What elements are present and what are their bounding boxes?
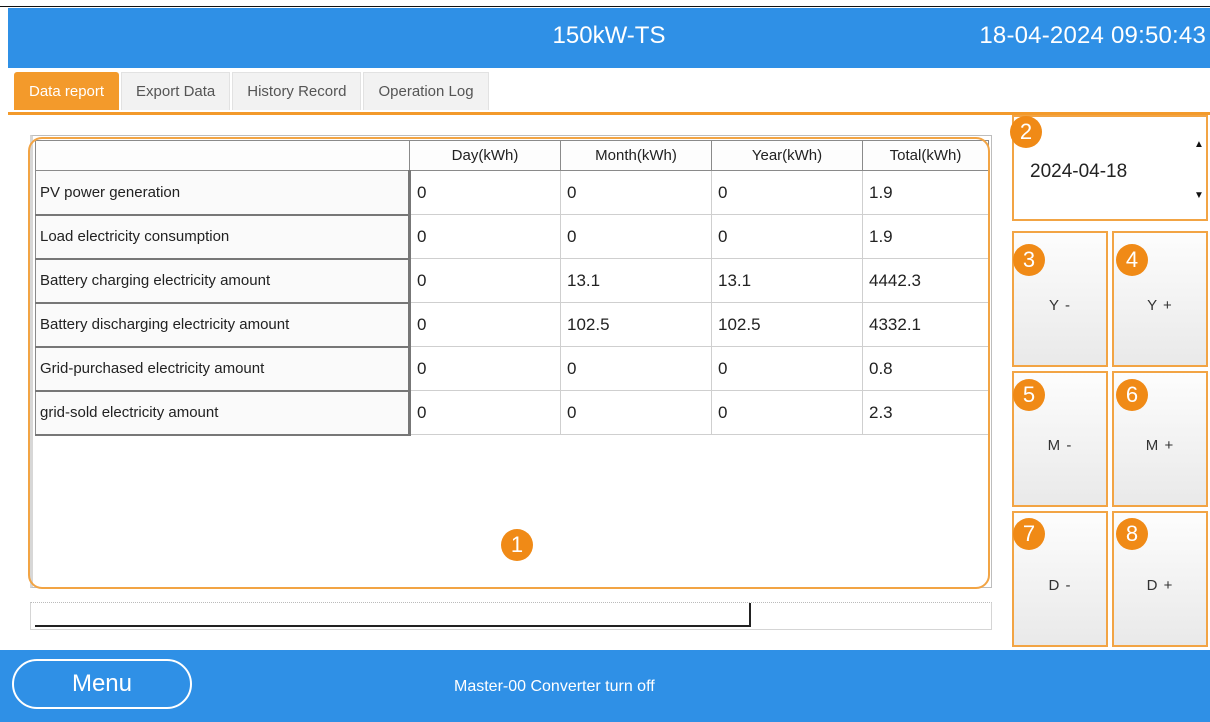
date-controls-sidebar: 2024-04-18 ▲ ▼ Y - Y + M - M + D - D + (1012, 115, 1210, 650)
annotation-badge-4: 4 (1116, 244, 1148, 276)
day-minus-label: D - (1048, 576, 1072, 594)
year-minus-label: Y - (1049, 296, 1071, 314)
header-bar: 150kW-TS 18-04-2024 09:50:43 (8, 8, 1210, 68)
month-minus-label: M - (1047, 436, 1073, 454)
month-plus-label: M + (1145, 436, 1175, 454)
horizontal-scrollbar[interactable] (30, 602, 992, 630)
tab-history-record[interactable]: History Record (232, 72, 362, 110)
top-border (0, 0, 1210, 7)
datetime-clock: 18-04-2024 09:50:43 (979, 22, 1206, 49)
tab-bar: Data report Export Data History Record O… (8, 68, 1210, 114)
scrollbar-track[interactable] (35, 603, 751, 627)
status-message: Master-00 Converter turn off (454, 678, 655, 695)
day-plus-label: D + (1146, 576, 1174, 594)
annotation-badge-2: 2 (1010, 116, 1042, 148)
menu-button[interactable]: Menu (12, 659, 192, 709)
annotation-badge-6: 6 (1116, 379, 1148, 411)
spinner-down-icon[interactable]: ▼ (1194, 190, 1204, 201)
table-highlight-outline (28, 137, 990, 589)
spinner-up-icon[interactable]: ▲ (1194, 139, 1204, 150)
tab-data-report[interactable]: Data report (14, 72, 120, 110)
annotation-badge-7: 7 (1013, 518, 1045, 550)
annotation-badge-5: 5 (1013, 379, 1045, 411)
annotation-badge-3: 3 (1013, 244, 1045, 276)
footer-bar: Menu Master-00 Converter turn off (0, 650, 1210, 722)
date-value: 2024-04-18 (1030, 161, 1128, 182)
tab-operation-log[interactable]: Operation Log (363, 72, 489, 110)
year-plus-label: Y + (1147, 296, 1173, 314)
annotation-badge-8: 8 (1116, 518, 1148, 550)
annotation-badge-1: 1 (501, 529, 533, 561)
app-frame: 150kW-TS 18-04-2024 09:50:43 Data report… (0, 0, 1210, 722)
tab-export-data[interactable]: Export Data (121, 72, 231, 110)
